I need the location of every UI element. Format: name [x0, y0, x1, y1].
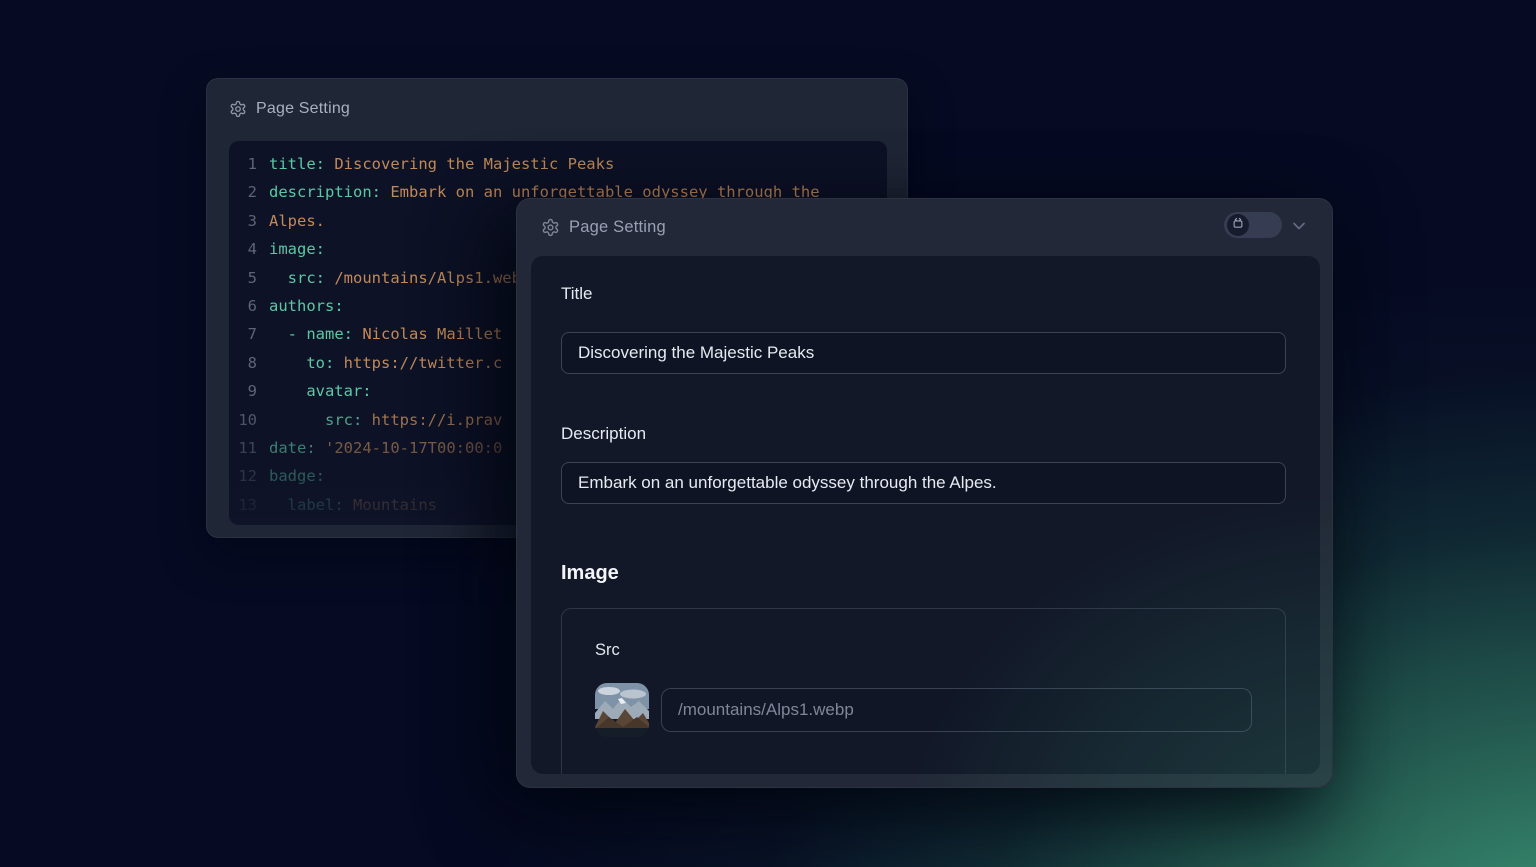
code-line-text: src: https://i.prav [269, 406, 502, 434]
code-line-text: date: '2024-10-17T00:00:0 [269, 434, 502, 462]
chevron-down-icon[interactable] [1289, 216, 1309, 236]
code-panel-title: Page Setting [256, 100, 350, 118]
line-number: 9 [229, 377, 257, 405]
code-line-text: src: /mountains/Alps1.webp [269, 264, 530, 292]
code-panel-header: Page Setting [207, 79, 907, 139]
line-number: 2 [229, 178, 257, 206]
title-label: Title [561, 284, 593, 304]
form-panel-title-wrap: Page Setting [541, 199, 666, 256]
image-src-input[interactable] [661, 688, 1252, 732]
title-input[interactable] [561, 332, 1286, 374]
line-number: 4 [229, 235, 257, 263]
form-view-toggle[interactable] [1224, 212, 1282, 238]
description-label: Description [561, 424, 646, 444]
gear-icon [541, 218, 560, 237]
line-number: 7 [229, 320, 257, 348]
line-number: 6 [229, 292, 257, 320]
code-line-text: title: Discovering the Majestic Peaks [269, 150, 614, 178]
image-thumbnail[interactable] [595, 683, 649, 737]
gear-icon [229, 100, 247, 118]
image-section-heading: Image [561, 562, 619, 585]
code-line-text: avatar: [269, 377, 372, 405]
code-line-text: authors: [269, 292, 344, 320]
code-line-text: Alpes. [269, 207, 325, 235]
line-number: 1 [229, 150, 257, 178]
src-label: Src [595, 641, 620, 660]
line-number: 13 [229, 491, 257, 519]
code-line-text: to: https://twitter.c [269, 349, 502, 377]
code-line-text: label: Mountains [269, 491, 437, 519]
line-number: 10 [229, 406, 257, 434]
line-number: 12 [229, 462, 257, 490]
description-input[interactable] [561, 462, 1286, 504]
line-number: 5 [229, 264, 257, 292]
code-icon [1231, 216, 1245, 235]
image-group-card: Src [561, 608, 1286, 774]
line-number: 11 [229, 434, 257, 462]
line-number: 8 [229, 349, 257, 377]
code-line-text: - name: Nicolas Maillet [269, 320, 502, 348]
form-body: Title Description Image Src [531, 256, 1320, 774]
code-panel-title-wrap: Page Setting [229, 79, 350, 139]
code-line-text: badge: [269, 462, 325, 490]
form-settings-panel: Page Setting Title Description Image Src [516, 198, 1333, 788]
form-panel-title: Page Setting [569, 218, 666, 237]
form-view-toggle-knob[interactable] [1227, 214, 1249, 236]
line-number: 3 [229, 207, 257, 235]
code-line: 1 title: Discovering the Majestic Peaks [229, 150, 887, 178]
code-line-text: image: [269, 235, 325, 263]
